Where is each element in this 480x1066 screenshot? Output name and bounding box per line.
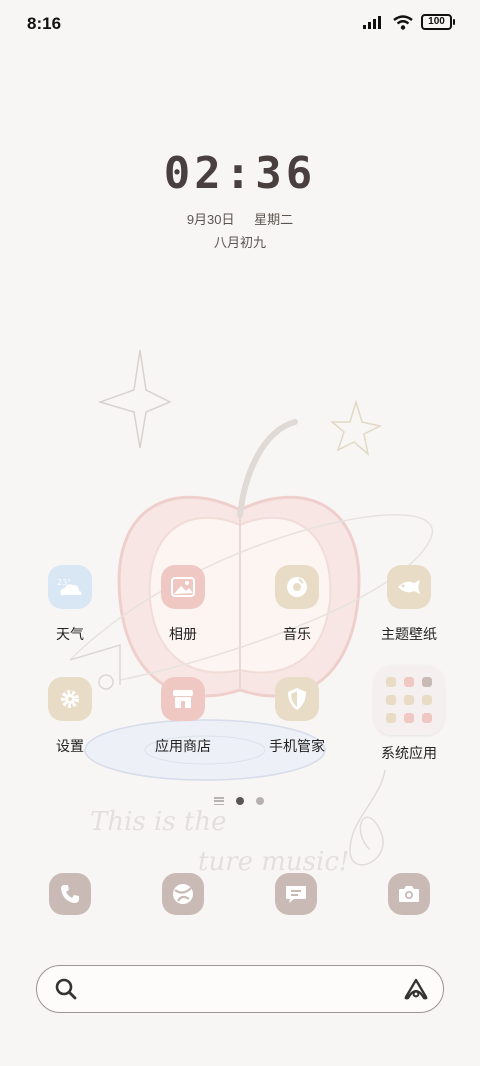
dock-phone[interactable] [49,873,91,915]
app-music[interactable]: 音乐 [245,565,349,644]
mini-app-icon [422,713,432,723]
camera-icon [399,886,419,902]
app-label-phone-manager: 手机管家 [269,738,325,754]
app-settings[interactable]: 设置 [18,677,122,756]
shield-icon [275,677,319,721]
page-dot-1[interactable] [236,797,244,805]
message-icon [286,886,306,903]
app-weather[interactable]: 23° 天气 [18,565,122,644]
photo-icon [161,565,205,609]
phone-icon [61,885,79,903]
mini-app-icon [422,677,432,687]
mini-app-icon [404,677,414,687]
mini-app-icon [386,695,396,705]
app-label-gallery: 相册 [169,626,197,642]
mini-app-icon [386,677,396,687]
signal-icon [363,16,381,29]
dock-messages[interactable] [275,873,317,915]
clock-widget-date[interactable]: 9月30日 星期二 [0,209,480,228]
browser-icon [173,884,193,904]
weather-icon: 23° [48,565,92,609]
search-icon [55,978,77,1000]
page-indicator[interactable] [214,797,264,805]
clock-widget-time[interactable]: 02:36 [0,148,480,199]
app-label-music: 音乐 [283,626,311,642]
wallpaper-text-1: This is the [90,807,227,837]
music-icon [275,565,319,609]
app-label-weather: 天气 [56,626,84,642]
status-time: 8:16 [27,14,62,33]
app-phone-manager[interactable]: 手机管家 [245,677,349,756]
lunar-date: 八月初九 [213,235,266,250]
folder-system-apps[interactable]: 系统应用 [357,665,461,763]
app-store[interactable]: 应用商店 [131,677,235,756]
page-dot-2[interactable] [256,797,264,805]
weekday-text: 星期二 [254,212,294,227]
mini-app-icon [386,713,396,723]
app-label-system-apps: 系统应用 [381,745,437,761]
mini-app-icon [404,713,414,723]
folder-icon [374,665,444,735]
fish-icon [387,565,431,609]
app-label-settings: 设置 [56,738,84,754]
dock-camera[interactable] [388,873,430,915]
app-gallery[interactable]: 相册 [131,565,235,644]
wallpaper-text-2: ture music! [198,847,349,877]
gear-icon [48,677,92,721]
app-label-themes: 主题壁纸 [381,626,437,642]
battery-icon: 100 [421,14,455,30]
search-bar[interactable] [36,965,444,1013]
app-label-store: 应用商店 [155,738,211,754]
mini-app-icon [404,695,414,705]
app-list-indicator-icon [214,797,224,805]
status-icons: 100 [363,14,455,30]
store-icon [161,677,205,721]
dock-browser[interactable] [162,873,204,915]
mini-app-icon [422,695,432,705]
ai-assistant-icon[interactable] [403,977,429,1001]
app-themes[interactable]: 主题壁纸 [357,565,461,644]
wifi-icon [393,14,413,30]
date-text: 9月30日 [186,212,235,227]
